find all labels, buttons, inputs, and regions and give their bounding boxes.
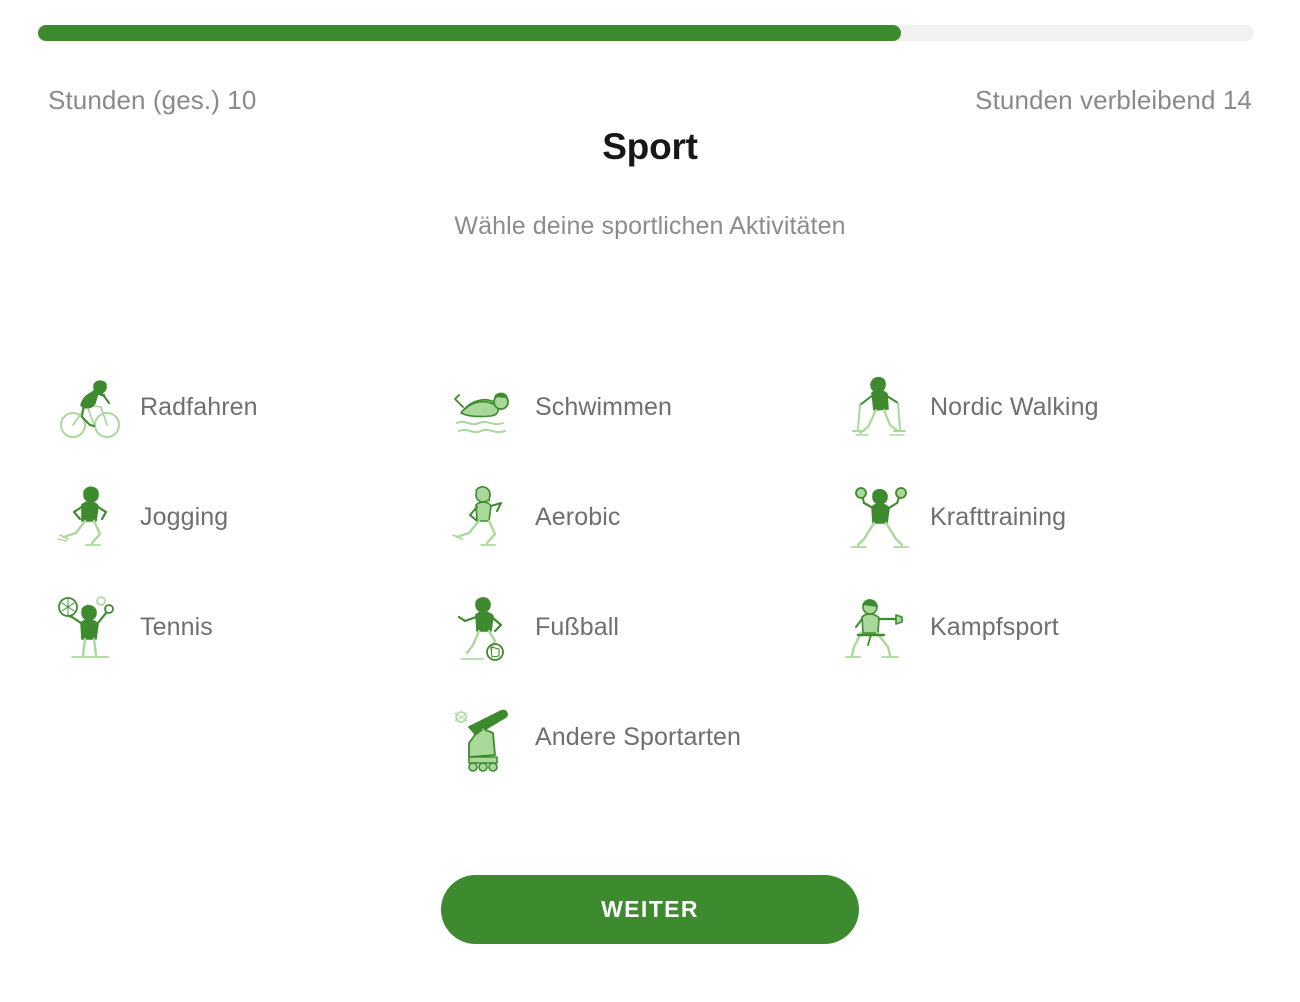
activity-option-nordic-walking[interactable]: Nordic Walking [840,352,1235,462]
activity-option-radfahren[interactable]: Radfahren [50,352,445,462]
activity-label: Krafttraining [930,502,1067,531]
onboarding-progress-bar [38,25,1254,41]
aerobic-icon [449,479,521,555]
activity-option-fussball[interactable]: Fußball [445,572,840,682]
activity-label: Radfahren [140,392,258,421]
weightlifter-icon [844,479,916,555]
activity-label: Aerobic [535,502,621,531]
activity-option-kampfsport[interactable]: Kampfsport [840,572,1235,682]
page-subtitle: Wähle deine sportlichen Aktivitäten [454,212,846,240]
activity-label: Jogging [140,502,229,531]
hours-remaining-label: Stunden verbleibend 14 [975,84,1252,115]
nordic-walker-icon [844,369,916,445]
page-title: Sport [602,126,698,167]
footballer-icon [449,589,521,665]
activity-option-andere-sportarten[interactable]: Andere Sportarten [445,682,840,792]
progress-fill [38,25,902,41]
hours-summary-row: Stunden (ges.) 10 Stunden verbleibend 14 [48,78,1252,122]
activity-label: Fußball [535,612,620,641]
rollerskate-bat-icon [449,699,521,775]
continue-button[interactable]: WEITER [441,875,859,944]
footer-actions: WEITER [0,875,1300,944]
grid-spacer [50,682,445,792]
activity-label: Tennis [140,612,213,641]
jogger-icon [54,479,126,555]
activity-label: Schwimmen [535,392,673,421]
activity-option-krafttraining[interactable]: Krafttraining [840,462,1235,572]
hours-total-label: Stunden (ges.) 10 [48,84,257,115]
activity-option-aerobic[interactable]: Aerobic [445,462,840,572]
activity-option-tennis[interactable]: Tennis [50,572,445,682]
activity-label: Nordic Walking [930,392,1099,421]
activity-option-jogging[interactable]: Jogging [50,462,445,572]
tennis-player-icon [54,589,126,665]
sport-selection-screen: Stunden (ges.) 10 Stunden verbleibend 14… [0,0,1300,1002]
swimmer-icon [449,369,521,445]
martial-artist-icon [844,589,916,665]
activity-grid: Radfahren Schwimmen Nordic Walking Jogging A… [50,352,1250,792]
activity-option-schwimmen[interactable]: Schwimmen [445,352,840,462]
cyclist-icon [54,369,126,445]
activity-label: Kampfsport [930,612,1059,641]
activity-label: Andere Sportarten [535,722,741,751]
